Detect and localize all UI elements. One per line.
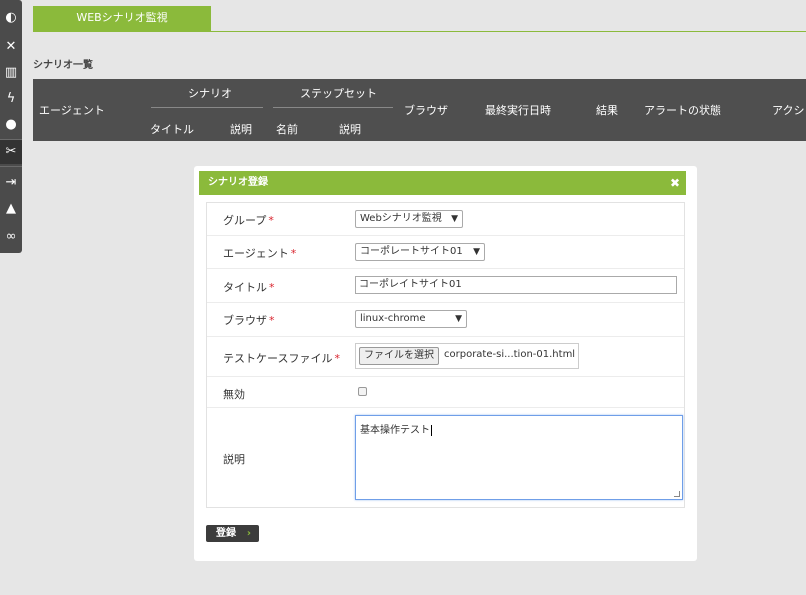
title-label: タイトル * (223, 281, 275, 294)
tab-bar: WEBシナリオ監視 (33, 6, 806, 32)
agent-label: エージェント * (223, 247, 297, 260)
form-row-browser: ブラウザ * linux-chrome ▼ (207, 303, 684, 337)
form-row-testcase: テストケースファイル * ファイルを選択 corporate-si...tion-… (207, 337, 684, 377)
login-icon[interactable]: ⇥ (0, 171, 22, 195)
description-label: 説明 (223, 453, 245, 466)
resize-handle-icon[interactable] (674, 491, 680, 497)
divider (273, 107, 393, 108)
section-title: シナリオ一覧 (33, 60, 93, 71)
bell-icon[interactable]: ▲ (0, 197, 22, 221)
col-agent[interactable]: エージェント (39, 102, 105, 118)
form-row-agent: エージェント * コーポレートサイト01 ▼ (207, 236, 684, 269)
group-select[interactable]: Webシナリオ監視 ▼ (355, 210, 463, 228)
col-name[interactable]: 名前 (276, 121, 298, 137)
browser-select[interactable]: linux-chrome ▼ (355, 310, 467, 328)
col-last-run[interactable]: 最終実行日時 (485, 102, 551, 118)
tab-web-scenario[interactable]: WEBシナリオ監視 (33, 6, 211, 32)
form-row-disabled: 無効 (207, 377, 684, 408)
side-rail: ◐ ✕ ▥ ϟ ● ✂ ⇥ ▲ ∞ (0, 0, 22, 253)
disabled-checkbox[interactable] (358, 387, 367, 396)
form-row-title: タイトル * コーポレイトサイト01 (207, 269, 684, 303)
col-group-stepset: ステップセット (300, 87, 377, 100)
divider (151, 107, 263, 108)
form-row-group: グループ * Webシナリオ監視 ▼ (207, 203, 684, 236)
user-icon[interactable]: ● (0, 113, 22, 137)
scenario-form: グループ * Webシナリオ監視 ▼ エージェント * コーポレートサイト01 ▼ タイ… (206, 202, 685, 508)
register-button[interactable]: 登録 › (206, 525, 259, 542)
link-icon[interactable]: ∞ (0, 225, 22, 249)
monitor-icon[interactable]: ✕ (0, 35, 22, 59)
scenario-table-header: エージェント シナリオ ステップセット タイトル 説明 名前 説明 ブラウザ 最… (33, 79, 806, 141)
title-input[interactable]: コーポレイトサイト01 (355, 276, 677, 294)
group-label: グループ * (223, 214, 274, 227)
dashboard-icon[interactable]: ◐ (0, 6, 22, 30)
col-action[interactable]: アクション (772, 102, 806, 118)
tools-icon[interactable]: ✂ (0, 140, 22, 164)
choose-file-button[interactable]: ファイルを選択 (359, 347, 439, 365)
col-alert-state[interactable]: アラートの状態 (644, 102, 721, 118)
rail-divider (0, 166, 22, 167)
selected-filename: corporate-si...tion-01.html (444, 349, 576, 360)
dialog-title: シナリオ登録 (208, 177, 268, 188)
col-title[interactable]: タイトル (150, 121, 194, 137)
browser-label: ブラウザ * (223, 314, 275, 327)
testcase-label: テストケースファイル * (223, 352, 340, 365)
col-group-scenario: シナリオ (188, 87, 232, 100)
col-stepset-description[interactable]: 説明 (339, 121, 361, 137)
lightning-icon[interactable]: ϟ (0, 87, 22, 111)
report-icon[interactable]: ▥ (0, 61, 22, 85)
disabled-label: 無効 (223, 388, 245, 401)
chevron-right-icon: › (246, 528, 251, 539)
agent-select[interactable]: コーポレートサイト01 ▼ (355, 243, 485, 261)
dropdown-arrow-icon: ▼ (451, 214, 458, 224)
form-row-description: 説明 基本操作テスト (207, 408, 684, 508)
testcase-file-input: ファイルを選択 corporate-si...tion-01.html (355, 343, 579, 369)
scenario-register-dialog: シナリオ登録 ✖ グループ * Webシナリオ監視 ▼ エージェント * コーポレート… (194, 166, 697, 561)
col-browser[interactable]: ブラウザ (404, 102, 448, 118)
dropdown-arrow-icon: ▼ (455, 314, 462, 324)
col-description[interactable]: 説明 (230, 121, 252, 137)
col-result[interactable]: 結果 (596, 102, 618, 118)
dialog-header: シナリオ登録 ✖ (199, 171, 686, 195)
description-textarea[interactable]: 基本操作テスト (355, 415, 683, 500)
text-caret (431, 424, 432, 436)
close-icon[interactable]: ✖ (670, 171, 680, 195)
dropdown-arrow-icon: ▼ (473, 247, 480, 257)
